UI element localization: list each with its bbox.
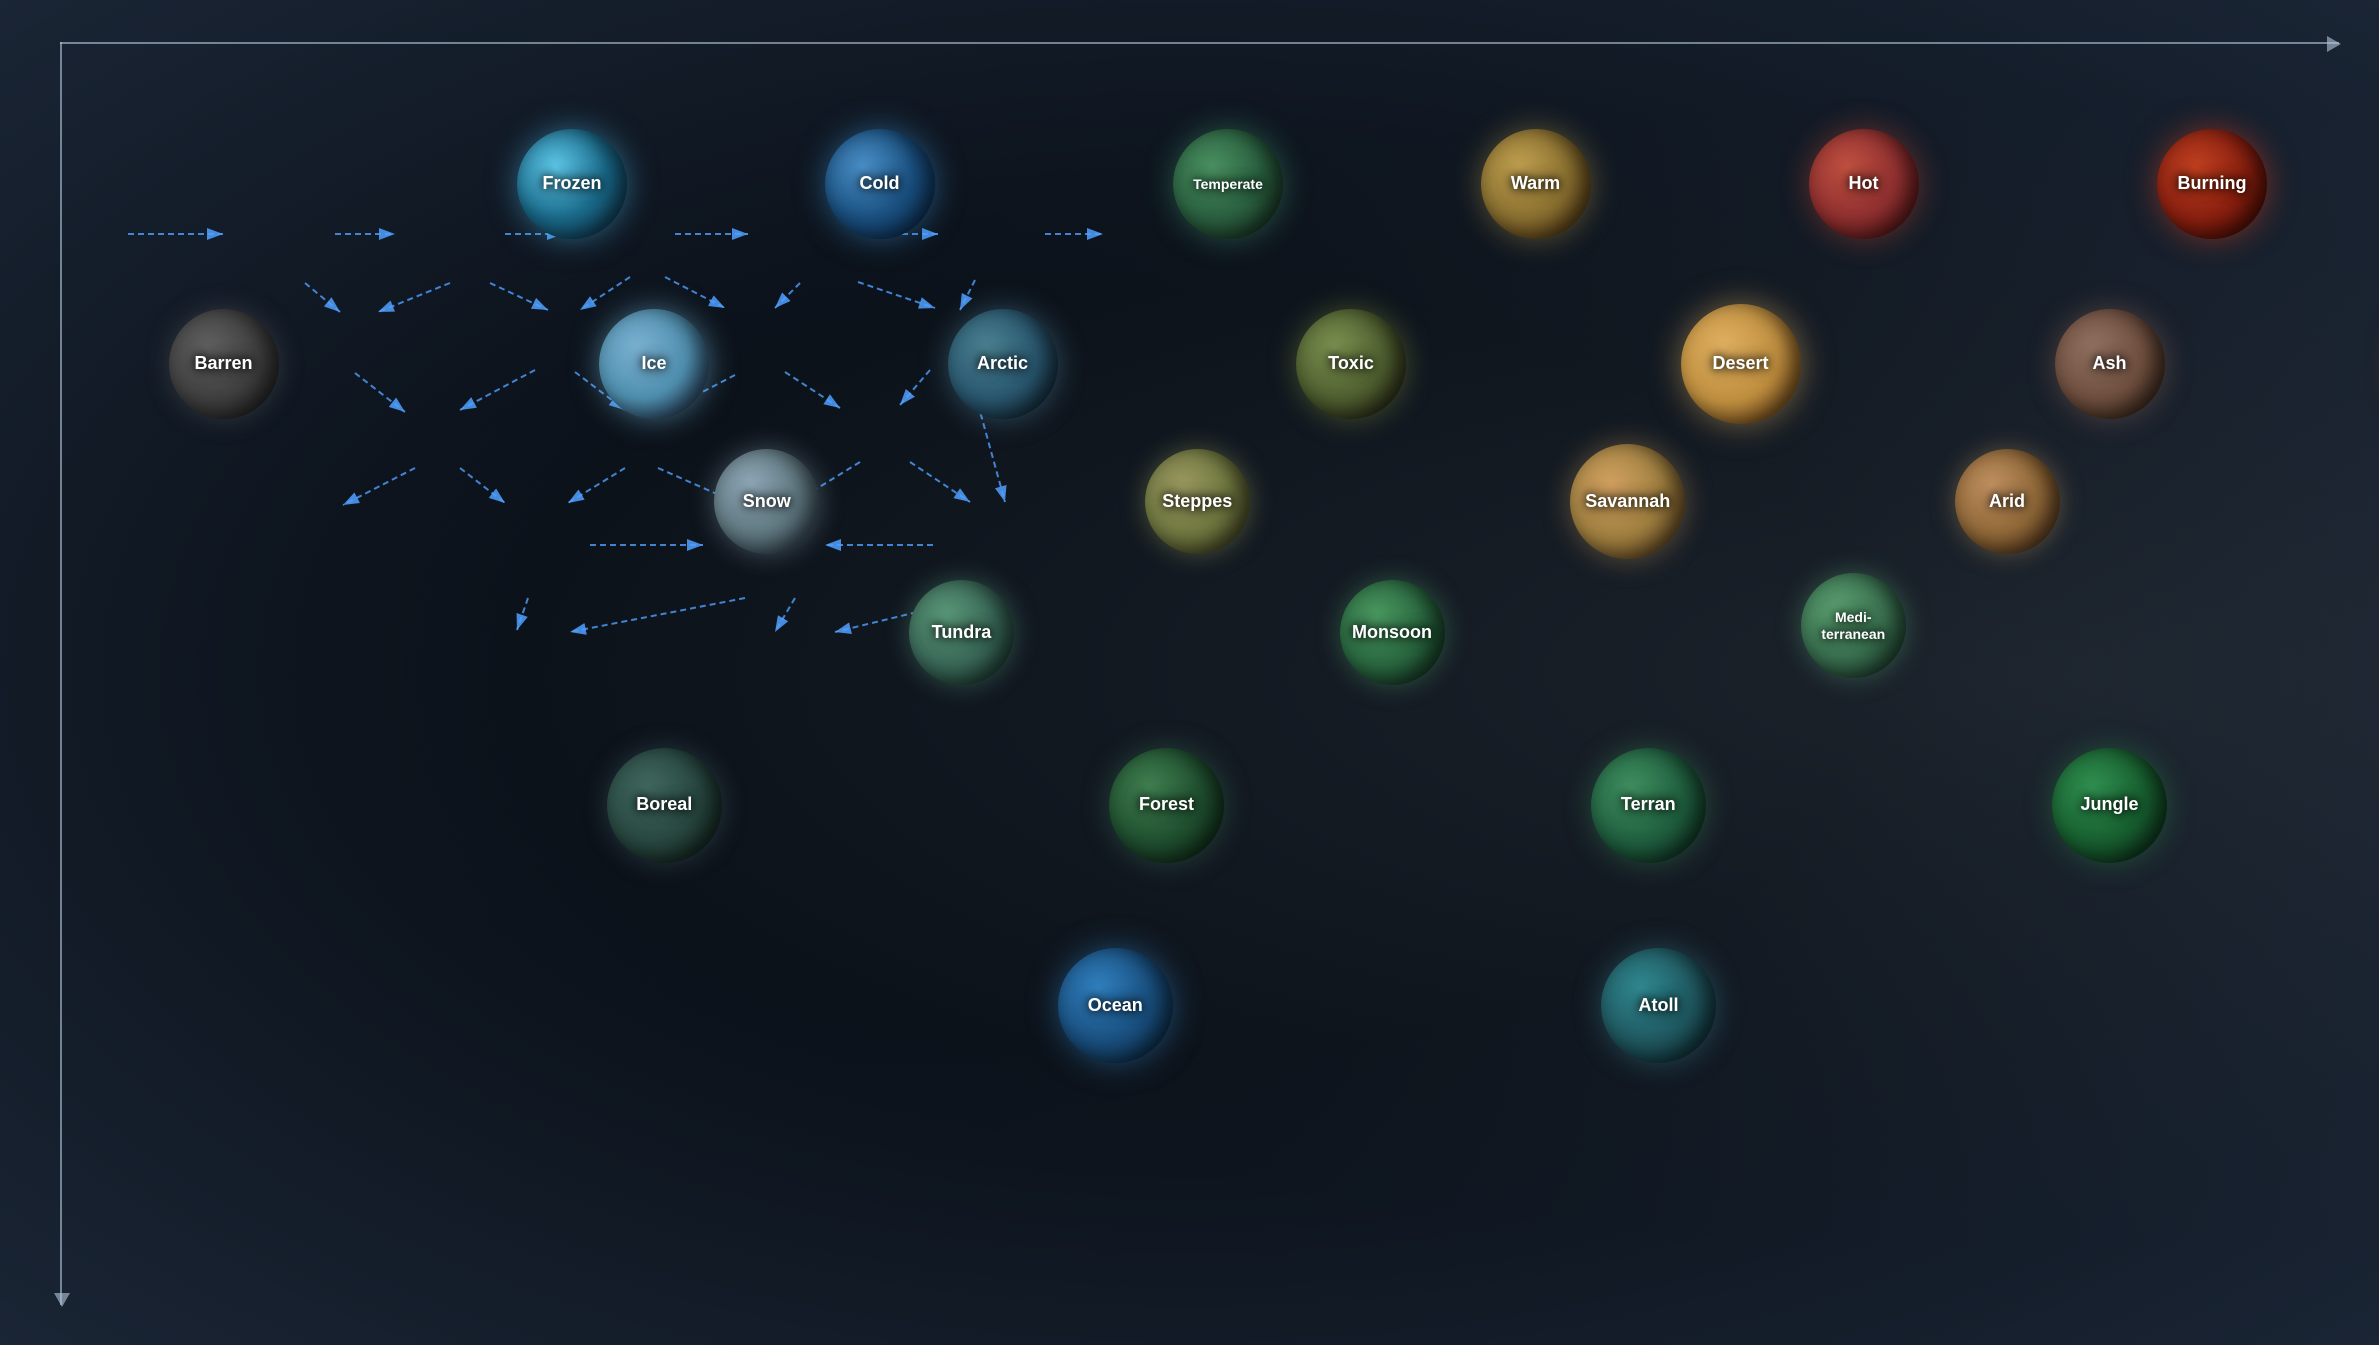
planet-circle-ice: Ice [599, 309, 709, 419]
planet-label-frozen: Frozen [542, 173, 601, 195]
planet-circle-atoll: Atoll [1601, 948, 1716, 1063]
planet-steppes[interactable]: Steppes [1145, 449, 1250, 554]
planet-label-ice: Ice [641, 353, 666, 375]
planet-arid[interactable]: Arid [1955, 449, 2060, 554]
planet-circle-mediterranean: Medi-terranean [1801, 573, 1906, 678]
planet-label-arid: Arid [1989, 491, 2025, 513]
planet-forest[interactable]: Forest [1109, 748, 1224, 863]
planet-label-cold: Cold [860, 173, 900, 195]
planet-label-monsoon: Monsoon [1352, 622, 1432, 644]
temperature-axis [60, 42, 2339, 44]
planet-circle-monsoon: Monsoon [1340, 580, 1445, 685]
planet-frozen[interactable]: Frozen [517, 129, 627, 239]
planet-circle-burning: Burning [2157, 129, 2267, 239]
planet-label-tundra: Tundra [932, 622, 992, 644]
planet-circle-barren: Barren [169, 309, 279, 419]
planet-circle-ash: Ash [2055, 309, 2165, 419]
planet-label-toxic: Toxic [1328, 353, 1374, 375]
biodiversity-axis [60, 42, 62, 1305]
planet-ash[interactable]: Ash [2055, 309, 2165, 419]
planet-toxic[interactable]: Toxic [1296, 309, 1406, 419]
planet-terran[interactable]: Terran [1591, 748, 1706, 863]
planet-atoll[interactable]: Atoll [1601, 948, 1716, 1063]
planet-arctic[interactable]: Arctic [948, 309, 1058, 419]
planet-label-ash: Ash [2092, 353, 2126, 375]
planet-jungle[interactable]: Jungle [2052, 748, 2167, 863]
planet-temperate[interactable]: Temperate [1173, 129, 1283, 239]
planet-label-atoll: Atoll [1639, 995, 1679, 1017]
planet-savannah[interactable]: Savannah [1570, 444, 1685, 559]
planet-snow[interactable]: Snow [714, 449, 819, 554]
planet-circle-arid: Arid [1955, 449, 2060, 554]
planet-monsoon[interactable]: Monsoon [1340, 580, 1445, 685]
planet-circle-cold: Cold [825, 129, 935, 239]
planet-circle-desert: Desert [1681, 304, 1801, 424]
planet-circle-snow: Snow [714, 449, 819, 554]
planet-circle-steppes: Steppes [1145, 449, 1250, 554]
planet-warm[interactable]: Warm [1481, 129, 1591, 239]
planet-label-burning: Burning [2178, 173, 2247, 195]
planet-label-boreal: Boreal [636, 794, 692, 816]
planet-label-warm: Warm [1511, 173, 1560, 195]
planet-ocean[interactable]: Ocean [1058, 948, 1173, 1063]
planet-label-snow: Snow [743, 491, 791, 513]
planet-label-jungle: Jungle [2080, 794, 2138, 816]
planet-ice[interactable]: Ice [599, 309, 709, 419]
planet-label-savannah: Savannah [1585, 491, 1670, 513]
planet-label-arctic: Arctic [977, 353, 1028, 375]
planet-burning[interactable]: Burning [2157, 129, 2267, 239]
planet-label-mediterranean: Medi-terranean [1821, 609, 1885, 643]
planet-circle-temperate: Temperate [1173, 129, 1283, 239]
planet-cold[interactable]: Cold [825, 129, 935, 239]
planet-circle-savannah: Savannah [1570, 444, 1685, 559]
planet-label-ocean: Ocean [1088, 995, 1143, 1017]
planet-circle-terran: Terran [1591, 748, 1706, 863]
planet-circle-frozen: Frozen [517, 129, 627, 239]
planet-boreal[interactable]: Boreal [607, 748, 722, 863]
planet-circle-tundra: Tundra [909, 580, 1014, 685]
planet-label-desert: Desert [1712, 353, 1768, 375]
planet-circle-jungle: Jungle [2052, 748, 2167, 863]
planet-label-barren: Barren [194, 353, 252, 375]
planet-circle-arctic: Arctic [948, 309, 1058, 419]
planet-label-hot: Hot [1849, 173, 1879, 195]
planet-circle-forest: Forest [1109, 748, 1224, 863]
planet-circle-ocean: Ocean [1058, 948, 1173, 1063]
planet-label-steppes: Steppes [1162, 491, 1232, 513]
planet-mediterranean[interactable]: Medi-terranean [1801, 573, 1906, 678]
planet-label-forest: Forest [1139, 794, 1194, 816]
planet-tundra[interactable]: Tundra [909, 580, 1014, 685]
planet-hot[interactable]: Hot [1809, 129, 1919, 239]
planet-desert[interactable]: Desert [1681, 304, 1801, 424]
planet-label-temperate: Temperate [1193, 176, 1263, 193]
planet-circle-toxic: Toxic [1296, 309, 1406, 419]
planet-circle-warm: Warm [1481, 129, 1591, 239]
planet-circle-boreal: Boreal [607, 748, 722, 863]
planet-label-terran: Terran [1621, 794, 1676, 816]
planet-circle-hot: Hot [1809, 129, 1919, 239]
planet-barren[interactable]: Barren [169, 309, 279, 419]
